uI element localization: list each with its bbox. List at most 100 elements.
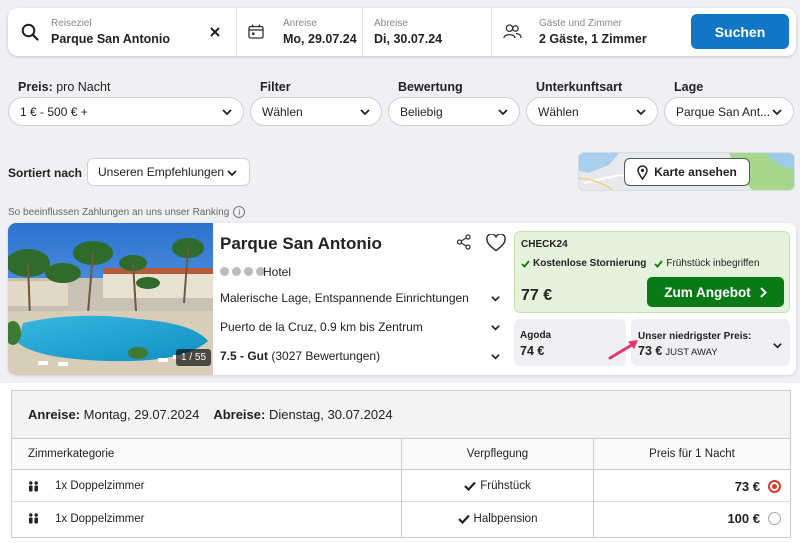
table-row-meal: Halbpension (402, 503, 593, 534)
deal-button[interactable]: Zum Angebot (647, 277, 784, 307)
destination-value: Parque San Antonio (51, 32, 170, 46)
search-icon (21, 23, 39, 41)
table-row-room: 1x Doppelzimmer (12, 503, 401, 534)
table-checkin: Anreise: Montag, 29.07.2024 (28, 407, 200, 422)
rating-count: (3027 Bewertungen) (271, 349, 381, 363)
sort-value: Unseren Empfehlungen (98, 165, 225, 179)
room-table: Anreise: Montag, 29.07.2024 Abreise: Die… (11, 390, 791, 538)
annotation-arrow-icon (608, 340, 638, 360)
room-price: 100 € (727, 511, 760, 526)
chevron-down-icon (772, 109, 782, 116)
calendar-icon (248, 24, 264, 39)
lowest-price-value: 73 € JUST AWAY (638, 344, 718, 358)
deal-button-label: Zum Angebot (664, 284, 751, 300)
room-name: 1x Doppelzimmer (55, 512, 145, 525)
chevron-down-icon (360, 109, 370, 116)
main-offer-box[interactable]: CHECK24 Kostenlose Stornierung Frühstück… (514, 231, 790, 313)
table-row-price[interactable]: 73 € (594, 471, 790, 502)
type-filter-value: Wählen (538, 104, 579, 119)
table-checkout: Abreise: Dienstag, 30.07.2024 (213, 407, 393, 422)
search-bar: Reiseziel Parque San Antonio Anreise Mo,… (8, 8, 796, 56)
checkin-field[interactable]: Anreise Mo, 29.07.24 (237, 8, 362, 56)
lowest-price-label: Unser niedrigster Preis: (638, 331, 752, 342)
destination-label: Reiseziel (51, 18, 92, 29)
alt-offer-provider: Agoda (520, 330, 552, 341)
price-filter-dropdown[interactable]: 1 € - 500 € + (8, 97, 244, 126)
main-offer-price: 77 € (521, 287, 553, 304)
free-cancellation-tag: Kostenlose Stornierung (521, 258, 646, 269)
filter-value: Wählen (262, 104, 303, 119)
price-filter-label: Preis: pro Nacht (18, 80, 111, 94)
guests-label: Gäste und Zimmer (539, 18, 622, 29)
rating-filter-value: Beliebig (400, 104, 443, 119)
checkin-label: Anreise (283, 18, 317, 29)
column-header-room: Zimmerkategorie (12, 439, 401, 470)
share-icon[interactable] (456, 234, 472, 250)
location-filter-dropdown[interactable]: Parque San Ant... (664, 97, 794, 126)
map-button[interactable]: Karte ansehen (624, 158, 750, 186)
info-icon[interactable]: i (233, 206, 246, 218)
hotel-type: Hotel (263, 265, 292, 279)
filter-dropdown[interactable]: Wählen (250, 97, 382, 126)
ranking-info-text: So beeinflussen Zahlungen an uns unser R… (8, 206, 230, 218)
breakfast-tag: Frühstück inbegriffen (654, 258, 760, 269)
check-icon (654, 259, 664, 268)
type-filter-label: Unterkunftsart (536, 80, 623, 94)
hotel-highlights-text: Malerische Lage, Entspannende Einrichtun… (220, 291, 469, 305)
check-icon (521, 259, 530, 268)
column-header-meal: Verpflegung (402, 439, 593, 470)
stay-dates: Anreise: Montag, 29.07.2024 Abreise: Die… (12, 391, 790, 439)
persons-icon (28, 480, 39, 492)
checkout-field[interactable]: Abreise Di, 30.07.24 (363, 8, 491, 56)
location-filter-value: Parque San Ant... (676, 104, 771, 119)
checkin-value: Mo, 29.07.24 (283, 32, 357, 46)
clear-icon[interactable] (210, 27, 220, 37)
map-preview[interactable]: Karte ansehen (578, 152, 795, 191)
main-offer-provider: CHECK24 (521, 239, 568, 250)
map-button-label: Karte ansehen (654, 165, 737, 179)
photo-counter: 1 / 55 (176, 349, 212, 366)
check-icon (457, 514, 470, 524)
guests-value: 2 Gäste, 1 Zimmer (539, 32, 647, 46)
meal-name: Halbpension (473, 512, 538, 525)
room-name: 1x Doppelzimmer (55, 480, 145, 492)
check-icon (464, 481, 477, 491)
alt-offer-price: 74 € (520, 344, 545, 358)
hotel-rating[interactable]: 7.5 - Gut (3027 Bewertungen) (220, 349, 504, 363)
room-price: 73 € (734, 478, 760, 494)
search-button[interactable]: Suchen (691, 14, 789, 49)
sort-label: Sortiert nach (8, 166, 83, 180)
chevron-down-icon (498, 109, 508, 116)
ranking-info[interactable]: So beeinflussen Zahlungen an uns unser R… (8, 206, 246, 218)
room-select-radio[interactable] (768, 479, 781, 493)
lowest-price-box[interactable]: Unser niedrigster Preis: 73 € JUST AWAY (631, 319, 790, 366)
chevron-down-icon (227, 170, 237, 177)
chevron-down-icon (773, 343, 782, 349)
chevron-right-icon (760, 286, 767, 298)
checkout-value: Di, 30.07.24 (374, 32, 443, 46)
destination-field[interactable]: Reiseziel Parque San Antonio (8, 8, 236, 56)
rating-filter-label: Bewertung (398, 80, 463, 94)
rating-score: 7.5 - Gut (220, 349, 269, 363)
hotel-highlights[interactable]: Malerische Lage, Entspannende Einrichtun… (220, 291, 504, 305)
filter-label: Filter (260, 80, 291, 94)
star-rating (220, 267, 265, 276)
column-header-price: Preis für 1 Nacht (594, 439, 790, 470)
favorite-heart-icon[interactable] (486, 234, 506, 252)
hotel-location[interactable]: Puerto de la Cruz, 0.9 km bis Zentrum (220, 320, 504, 334)
meal-name: Frühstück (480, 480, 531, 492)
room-select-radio[interactable] (768, 512, 781, 525)
map-pin-icon (637, 164, 648, 180)
type-filter-dropdown[interactable]: Wählen (526, 97, 658, 126)
checkout-label: Abreise (374, 18, 408, 29)
table-row-price[interactable]: 100 € (594, 503, 790, 534)
hotel-name[interactable]: Parque San Antonio (220, 234, 382, 254)
guests-icon (503, 24, 522, 39)
chevron-down-icon (222, 109, 232, 116)
table-row-meal: Frühstück (402, 471, 593, 502)
sort-dropdown[interactable]: Unseren Empfehlungen (87, 158, 250, 186)
rating-filter-dropdown[interactable]: Beliebig (388, 97, 520, 126)
guests-field[interactable]: Gäste und Zimmer 2 Gäste, 1 Zimmer (492, 8, 682, 56)
persons-icon (28, 513, 39, 524)
location-filter-label: Lage (674, 80, 704, 94)
